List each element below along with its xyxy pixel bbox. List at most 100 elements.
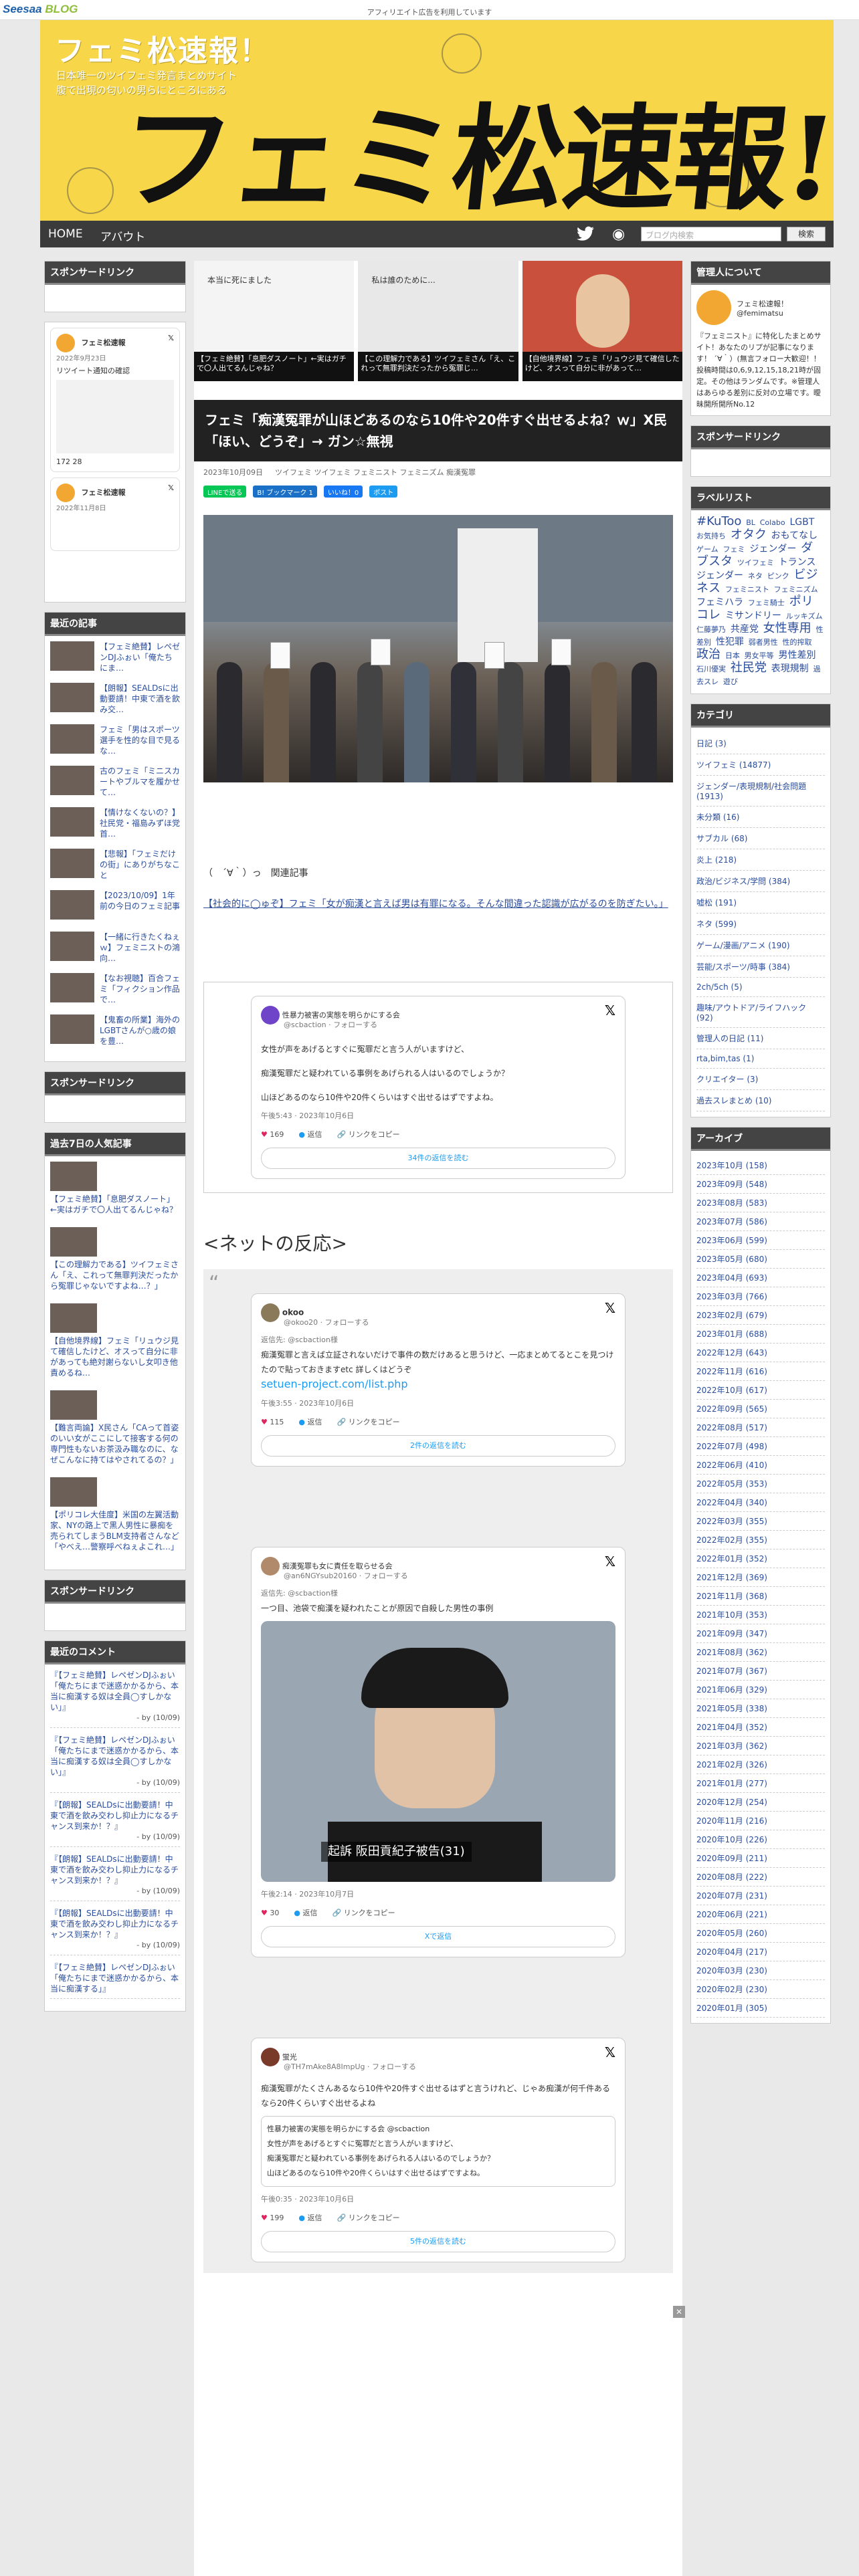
rss-icon[interactable]: ◉	[612, 226, 625, 243]
archive-link[interactable]: 2021年02月 (326)	[696, 1755, 825, 1774]
tag-link[interactable]: #KuToo	[696, 514, 741, 528]
copy-link-button[interactable]: 🔗 リンクをコピー	[337, 2211, 399, 2226]
embedded-tweet[interactable]: 蛍光 @TH7mAke8A8ImpUg · フォローする 𝕏 痴漢冤罪がたくさん…	[251, 2038, 626, 2262]
copy-link-button[interactable]: 🔗 リンクをコピー	[332, 1906, 395, 1921]
read-replies-button[interactable]: 5件の返信を読む	[261, 2231, 615, 2252]
tag-link[interactable]: ジェンダー	[749, 544, 796, 554]
tag-link[interactable]: 男女平等	[745, 651, 774, 660]
tag-link[interactable]: 政治	[696, 647, 721, 661]
archive-link[interactable]: 2020年03月 (230)	[696, 1961, 825, 1980]
archive-link[interactable]: 2023年04月 (693)	[696, 1269, 825, 1287]
archive-link[interactable]: 2020年09月 (211)	[696, 1849, 825, 1868]
twitter-bird-icon[interactable]	[575, 225, 595, 243]
facebook-like-button[interactable]: いいね！0	[323, 486, 363, 498]
featured-card[interactable]: 【自他境界線】フェミ「リュウジ見て確信したけど、オスって自分に非があって…	[522, 261, 682, 381]
tag-link[interactable]: 仁藤夢乃	[696, 625, 726, 634]
like-button[interactable]: ♥ 115	[261, 1415, 284, 1430]
category-link[interactable]: ジェンダー/表現規制/社会問題 (1913)	[696, 776, 825, 807]
tag-link[interactable]: 遊び	[723, 677, 738, 686]
popular-thumb[interactable]	[50, 1227, 97, 1257]
archive-link[interactable]: 2023年09月 (548)	[696, 1175, 825, 1194]
tag-link[interactable]: ミサンドリー	[725, 611, 781, 621]
category-link[interactable]: 過去スレまとめ (10)	[696, 1090, 825, 1111]
archive-link[interactable]: 2021年11月 (368)	[696, 1587, 825, 1606]
article-link[interactable]: 【なお視聴】百合フェミ「フィクション作品で…	[100, 973, 180, 1005]
tag-link[interactable]: 社民党	[731, 661, 767, 675]
tag-link[interactable]: ピンク	[767, 572, 789, 580]
related-article-link[interactable]: 【社会的に◯ゅぞ】フェミ「女が痴漢と言えば男は有罪になる。そんな間違った認識が広…	[203, 899, 668, 909]
like-button[interactable]: ♥ 30	[261, 1906, 279, 1921]
comment-text[interactable]: 『【フェミ絶賛】レペゼンDJふぉい「俺たちにまで迷惑かかるから、本当に痴漢する奴…	[50, 1671, 179, 1712]
tag-link[interactable]: 弱者男性	[749, 638, 778, 647]
article-link[interactable]: 古のフェミ「ミニスカートやブルマを履かせて…	[100, 766, 180, 798]
archive-link[interactable]: 2020年11月 (216)	[696, 1812, 825, 1830]
tag-link[interactable]: オタク	[731, 528, 767, 542]
comment-text[interactable]: 『【朗報】SEALDsに出動要請！中東で酒を飲み交わし抑止力になるチャンス到来か…	[50, 1800, 179, 1831]
close-icon[interactable]: ✕	[673, 2306, 685, 2318]
tag-link[interactable]: 性犯罪	[716, 637, 744, 647]
tag-link[interactable]: LGBT	[789, 517, 814, 528]
read-replies-button[interactable]: 34件の返信を読む	[261, 1148, 615, 1169]
nav-about[interactable]: アバウト	[100, 227, 145, 244]
tag-link[interactable]: ネタ	[748, 572, 763, 580]
nav-home[interactable]: HOME	[48, 227, 83, 241]
category-link[interactable]: 未分類 (16)	[696, 807, 825, 828]
archive-link[interactable]: 2022年03月 (355)	[696, 1512, 825, 1531]
archive-link[interactable]: 2020年12月 (254)	[696, 1793, 825, 1812]
archive-link[interactable]: 2022年11月 (616)	[696, 1362, 825, 1381]
category-link[interactable]: 芸能/スポーツ/時事 (384)	[696, 956, 825, 978]
category-link[interactable]: 嘘松 (191)	[696, 892, 825, 914]
tag-link[interactable]: 男性差別	[778, 650, 816, 661]
embedded-tweet[interactable]: okoo @okoo20 · フォローする 𝕏 返信先: @scbaction様…	[251, 1293, 626, 1467]
archive-link[interactable]: 2021年07月 (367)	[696, 1662, 825, 1681]
archive-link[interactable]: 2021年03月 (362)	[696, 1737, 825, 1755]
comment-item[interactable]: 『【朗報】SEALDsに出動要請！中東で酒を飲み交わし抑止力になるチャンス到来か…	[50, 1800, 180, 1847]
hatena-bookmark-button[interactable]: B! ブックマーク 1	[253, 486, 317, 498]
tag-link[interactable]: フェミハラ	[696, 597, 743, 608]
like-button[interactable]: ♥ 169	[261, 1128, 284, 1142]
tag-link[interactable]: ゲーム	[696, 545, 719, 554]
search-input[interactable]: ブログ内検索	[641, 227, 781, 241]
category-link[interactable]: ツイフェミ (14877)	[696, 754, 825, 776]
category-link[interactable]: クリエイター (3)	[696, 1069, 825, 1090]
archive-link[interactable]: 2022年10月 (617)	[696, 1381, 825, 1400]
timeline-post[interactable]: フェミ松速報 𝕏 2022年9月23日 リツイート通知の確認 172 28	[50, 328, 180, 472]
popular-link[interactable]: 【この理解力である】ツイフェミさん「え、これって無罪判決だったから冤罪じゃないで…	[50, 1259, 180, 1291]
archive-link[interactable]: 2020年08月 (222)	[696, 1868, 825, 1887]
embedded-tweet[interactable]: 性暴力被害の実態を明らかにする会 @scbaction · フォローする 𝕏 女…	[251, 996, 626, 1179]
category-link[interactable]: 管理人の日記 (11)	[696, 1028, 825, 1049]
archive-link[interactable]: 2020年04月 (217)	[696, 1943, 825, 1961]
tag-link[interactable]: フェミニズム	[774, 585, 818, 594]
reply-button[interactable]: ● 返信	[298, 2211, 322, 2226]
archive-link[interactable]: 2022年02月 (355)	[696, 1531, 825, 1549]
archive-link[interactable]: 2022年05月 (353)	[696, 1475, 825, 1493]
tag-link[interactable]: Colabo	[760, 518, 785, 527]
timeline-post[interactable]: フェミ松速報 𝕏 2022年11月8日	[50, 477, 180, 551]
category-link[interactable]: 趣味/アウトドア/ライフハック (92)	[696, 997, 825, 1028]
category-link[interactable]: ネタ (599)	[696, 914, 825, 935]
archive-link[interactable]: 2023年02月 (679)	[696, 1306, 825, 1325]
reply-button[interactable]: ● 返信	[298, 1415, 322, 1430]
reply-button[interactable]: ● 返信	[298, 1128, 322, 1142]
popular-link[interactable]: 【フェミ絶賛】「息肥ダスノート」←実はガチで〇人出てるんじゃね？	[50, 1194, 180, 1215]
recent-article[interactable]: 【情けなくないの？】社民党・福島みずほ党首…	[50, 807, 180, 843]
archive-link[interactable]: 2023年06月 (599)	[696, 1231, 825, 1250]
archive-link[interactable]: 2020年10月 (226)	[696, 1830, 825, 1849]
comment-item[interactable]: 『【フェミ絶賛】レペゼンDJふぉい「俺たちにまで迷惑かかるから、本当に痴漢する奴…	[50, 1670, 180, 1728]
tag-link[interactable]: ルッキズム	[786, 612, 823, 621]
article-link[interactable]: 【悲報】「フェミだけの街」にありがちなこと	[100, 849, 180, 881]
recent-article[interactable]: 【悲報】「フェミだけの街」にありがちなこと	[50, 849, 180, 885]
site-banner[interactable]: フェミ松速報！ 日本唯一のツイフェミ発言まとめサイト 腹で出現の匂いの男らにとこ…	[40, 20, 834, 221]
category-link[interactable]: 日記 (3)	[696, 733, 825, 754]
featured-card[interactable]: 本当に死にました 【フェミ絶賛】「息肥ダスノート」←実はガチで〇人出てるんじゃね…	[194, 261, 355, 381]
popular-link[interactable]: 【難言両論】X民さん「CAって首姿のいい女がここにして接客する何の専門性もないお…	[50, 1422, 180, 1465]
search-button[interactable]: 検索	[787, 227, 826, 241]
popular-link[interactable]: 【ポリコレ大佳度】米国の左翼活動家、NYの路上で黒人男性に暴痴を売られてしまうB…	[50, 1509, 180, 1552]
tag-link[interactable]: ツイフェミ	[737, 558, 774, 567]
category-link[interactable]: rta,bim,tas (1)	[696, 1049, 825, 1069]
article-link[interactable]: 【フェミ絶賛】レペゼンDJふぉい「俺たちにま…	[100, 641, 180, 673]
category-link[interactable]: ゲーム/漫画/アニメ (190)	[696, 935, 825, 956]
archive-link[interactable]: 2022年06月 (410)	[696, 1456, 825, 1475]
archive-link[interactable]: 2021年12月 (369)	[696, 1568, 825, 1587]
archive-link[interactable]: 2021年10月 (353)	[696, 1606, 825, 1624]
